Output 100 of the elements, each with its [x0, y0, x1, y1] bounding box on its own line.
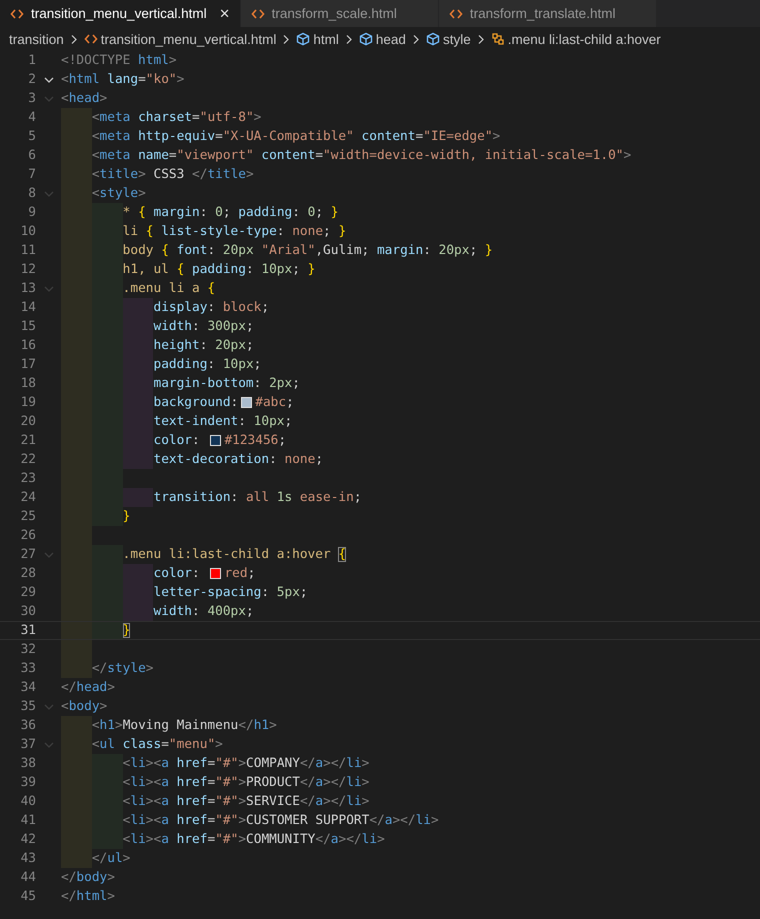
code-line: <html lang="ko">	[61, 71, 184, 89]
code-line: <h1>Moving Mainmenu</h1>	[92, 717, 277, 735]
code-line: transition: all 1s ease-in;	[153, 489, 362, 507]
code-line: * { margin: 0; padding: 0; }	[122, 204, 339, 222]
line-number: 26	[20, 527, 36, 545]
chevron-icon	[412, 34, 420, 44]
line-number: 18	[20, 375, 36, 393]
code-line: padding: 10px;	[153, 356, 262, 374]
braces-icon	[490, 32, 505, 46]
cube-icon	[296, 32, 310, 46]
line-number: 27	[20, 546, 36, 564]
code-line: </style>	[92, 660, 154, 678]
line-number: 1	[27, 52, 36, 70]
line-number: 31	[20, 622, 36, 639]
code-line: <li><a href="#">COMPANY</a></li>	[122, 755, 370, 773]
line-number: 17	[20, 356, 36, 374]
tab[interactable]: transform_translate.html	[438, 0, 658, 27]
tab[interactable]: transform_scale.html	[240, 0, 439, 27]
tab[interactable]: transition_menu_vertical.html ×	[0, 0, 241, 27]
code-line: <ul class="menu">	[92, 736, 223, 754]
code-line: }	[122, 622, 130, 639]
code-line: </html>	[61, 888, 115, 906]
line-number: 20	[20, 413, 36, 431]
line-number: 5	[27, 128, 36, 146]
line-number: 29	[20, 584, 36, 602]
code-line: height: 20px;	[153, 337, 254, 355]
code-line: li { list-style-type: none; }	[122, 223, 346, 241]
code-line: </body>	[61, 869, 115, 887]
line-number: 24	[20, 489, 36, 507]
breadcrumb-item[interactable]: transition_menu_vertical.html	[84, 32, 276, 46]
code-line: margin-bottom: 2px;	[153, 375, 300, 393]
code-line: text-decoration: none;	[153, 451, 324, 469]
code-line: <body>	[61, 698, 108, 716]
line-number: 40	[20, 793, 36, 811]
code-line: color:	[153, 432, 201, 450]
line-number: 33	[20, 660, 36, 678]
chevron-icon	[476, 34, 485, 44]
line-number: 13	[20, 280, 36, 298]
line-number: 8	[27, 185, 36, 203]
line-number: 15	[20, 318, 36, 336]
code-line: <!DOCTYPE html>	[61, 52, 177, 70]
line-number: 10	[20, 223, 36, 241]
breadcrumb-item[interactable]: head	[358, 32, 406, 46]
code-line: width: 400px;	[153, 603, 254, 621]
code-line: letter-spacing: 5px;	[153, 584, 308, 602]
line-number: 34	[20, 679, 36, 697]
code-icon	[448, 6, 463, 20]
cube-icon	[426, 32, 440, 46]
code-line: display: block;	[153, 299, 270, 317]
line-number: 37	[20, 736, 36, 754]
code-line: </ul>	[92, 850, 130, 868]
code-line: }	[122, 508, 130, 526]
code-line: <li><a href="#">COMMUNITY</a></li>	[122, 831, 385, 849]
line-number: 39	[20, 774, 36, 792]
code-line: #abc;	[255, 394, 294, 412]
chevron-icon	[70, 34, 78, 44]
line-number: 28	[20, 565, 36, 583]
breadcrumb-item[interactable]: transition	[9, 32, 64, 46]
line-number: 14	[20, 299, 36, 317]
line-number: 42	[20, 831, 36, 849]
line-number: 16	[20, 337, 36, 355]
code-line: <meta http-equiv="X-UA-Compatible" content="IE=edge">	[92, 128, 500, 146]
line-number: 38	[20, 755, 36, 773]
breadcrumb-item[interactable]: style	[426, 32, 471, 46]
code-line: <style>	[92, 185, 146, 203]
code-line: body { font: 20px "Arial",Gulim; margin: 20px; }	[122, 242, 493, 260]
line-number: 32	[20, 641, 36, 659]
line-number: 35	[20, 698, 36, 716]
line-number: 21	[20, 432, 36, 450]
line-number: 45	[20, 888, 36, 906]
code-line: <li><a href="#">SERVICE</a></li>	[122, 793, 370, 811]
breadcrumb-item[interactable]: .menu li:last-child a:hover	[490, 32, 661, 46]
line-number: 9	[27, 204, 36, 222]
line-number: 7	[27, 166, 36, 184]
code-line: <title> CSS3 </title>	[92, 166, 254, 184]
line-number: 4	[27, 109, 36, 127]
line-number: 22	[20, 451, 36, 469]
breadcrumb-item[interactable]: html	[296, 32, 339, 46]
code-line: .menu li a {	[122, 280, 216, 298]
line-number: 6	[27, 147, 36, 165]
code-line: text-indent: 10px;	[153, 413, 292, 431]
chevron-icon	[344, 34, 353, 44]
cube-icon	[358, 32, 373, 46]
close-button[interactable]: ×	[216, 4, 234, 24]
indent-guide	[92, 622, 123, 639]
line-number: 23	[20, 470, 36, 488]
code-line: <li><a href="#">CUSTOMER SUPPORT</a></li>	[122, 812, 439, 830]
code-icon	[250, 6, 265, 20]
line-number: 11	[20, 242, 36, 260]
code-line: <li><a href="#">PRODUCT</a></li>	[122, 774, 370, 792]
line-number: 19	[20, 394, 36, 412]
code-line: width: 300px;	[153, 318, 254, 336]
code-line: red;	[224, 565, 256, 583]
code-line: <meta charset="utf-8">	[92, 109, 262, 127]
code-line: h1, ul { padding: 10px; }	[122, 261, 316, 279]
line-number: 43	[20, 850, 36, 868]
code-icon	[84, 32, 98, 46]
line-number: 44	[20, 869, 36, 887]
code-line: #123456;	[224, 432, 286, 450]
code-line: color:	[153, 565, 201, 583]
